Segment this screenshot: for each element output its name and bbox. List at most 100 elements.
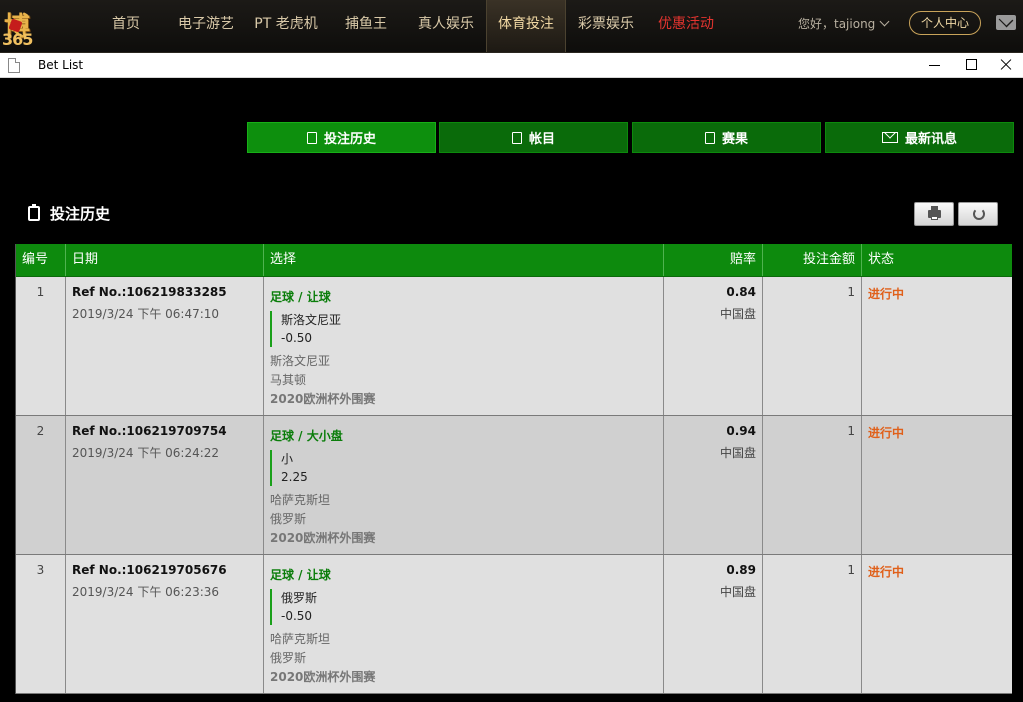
odds-value: 0.94 [726,424,756,438]
nav-egames[interactable]: 电子游艺 [170,0,242,52]
pick-line: -0.50 [281,331,313,345]
bet-number: 3 [16,555,66,693]
table-row: 1 Ref No.:106219833285 2019/3/24 下午 06:4… [16,277,1012,416]
bet-type: 足球 / 让球 [270,290,331,304]
header-date: 日期 [66,244,264,276]
greeting-text: 您好，tajiong [798,17,876,31]
refresh-button[interactable] [958,202,998,226]
pick-block: 俄罗斯 -0.50 [270,589,657,625]
status-cell: 进行中 [862,416,1012,554]
bet-datetime: 2019/3/24 下午 06:24:22 [72,446,220,460]
results-icon [704,131,715,144]
section-title: 投注历史 [28,203,110,224]
date-cell: Ref No.:106219705676 2019/3/24 下午 06:23:… [66,555,264,693]
site-logo[interactable]: 博 365 [0,0,82,52]
window-titlebar: Bet List [0,53,1023,78]
nav-pt-slots[interactable]: PT 老虎机 [248,0,324,52]
table-row: 2 Ref No.:106219709754 2019/3/24 下午 06:2… [16,416,1012,555]
nav-live-casino[interactable]: 真人娱乐 [410,0,482,52]
odds-type: 中国盘 [719,446,756,460]
nav-home[interactable]: 首页 [98,0,154,52]
status-cell: 进行中 [862,277,1012,415]
ledger-icon [511,131,522,144]
date-cell: Ref No.:106219709754 2019/3/24 下午 06:24:… [66,416,264,554]
header-no: 编号 [16,244,66,276]
tab-label: 投注历史 [323,132,376,147]
odds-cell: 0.89 中国盘 [664,555,763,693]
pick-name: 斯洛文尼亚 [281,313,342,327]
pick-line: 2.25 [281,470,308,484]
odds-type: 中国盘 [719,307,756,321]
tab-label: 帐目 [528,132,555,147]
bet-datetime: 2019/3/24 下午 06:47:10 [72,307,220,321]
bet-type: 足球 / 大小盘 [270,429,343,443]
odds-value: 0.89 [726,563,756,577]
refresh-icon [973,208,985,220]
tab-statement[interactable]: 帐目 [439,122,628,153]
league-name: 2020欧洲杯外围赛 [270,531,376,545]
home-team: 斯洛文尼亚 [270,354,331,368]
league-name: 2020欧洲杯外围赛 [270,392,376,406]
clipboard-icon [28,204,40,221]
pick-name: 小 [281,452,294,466]
close-button[interactable] [988,53,1023,77]
odds-value: 0.84 [726,285,756,299]
nav-fishing[interactable]: 捕鱼王 [336,0,396,52]
ref-number: Ref No.:106219709754 [72,424,227,438]
bet-type: 足球 / 让球 [270,568,331,582]
ref-number: Ref No.:106219833285 [72,285,227,299]
nav-sports[interactable]: 体育投注 [486,0,566,52]
league-name: 2020欧洲杯外围赛 [270,670,376,684]
stake-amount: 1 [763,416,862,554]
selection-cell: 足球 / 大小盘 小 2.25 哈萨克斯坦 俄罗斯 2020欧洲杯外围赛 [264,416,664,554]
bet-datetime: 2019/3/24 下午 06:23:36 [72,585,220,599]
pick-line: -0.50 [281,609,313,623]
pick-block: 斯洛文尼亚 -0.50 [270,311,657,347]
bet-number: 1 [16,277,66,415]
selection-cell: 足球 / 让球 斯洛文尼亚 -0.50 斯洛文尼亚 马其顿 2020欧洲杯外围赛 [264,277,664,415]
status-cell: 进行中 [862,555,1012,693]
tab-results[interactable]: 赛果 [632,122,821,153]
pick-block: 小 2.25 [270,450,657,486]
bet-list-table: 编号 日期 选择 赔率 投注金额 状态 1 Ref No.:1062198332… [15,244,1012,694]
user-greeting[interactable]: 您好，tajiong [798,0,890,48]
ref-number: Ref No.:106219705676 [72,563,227,577]
tab-bet-history[interactable]: 投注历史 [247,122,436,153]
envelope-icon [881,132,898,143]
header-stake: 投注金额 [763,244,862,276]
tab-latest-news[interactable]: 最新讯息 [825,122,1014,153]
odds-cell: 0.84 中国盘 [664,277,763,415]
stake-amount: 1 [763,555,862,693]
chevron-down-icon [879,16,890,27]
nav-promotions[interactable]: 优惠活动 [650,0,722,52]
user-center-button[interactable]: 个人中心 [909,11,981,35]
table-header: 编号 日期 选择 赔率 投注金额 状态 [16,244,1012,277]
top-nav: 博 365 首页 电子游艺 PT 老虎机 捕鱼王 真人娱乐 体育投注 彩票娱乐 … [0,0,1023,53]
section-title-text: 投注历史 [50,205,111,223]
mail-icon[interactable] [996,15,1016,30]
home-team: 哈萨克斯坦 [270,493,331,507]
pick-name: 俄罗斯 [281,591,318,605]
status-badge: 进行中 [868,565,905,579]
clipboard-icon [306,131,317,144]
printer-icon [928,206,941,220]
stake-amount: 1 [763,277,862,415]
date-cell: Ref No.:106219833285 2019/3/24 下午 06:47:… [66,277,264,415]
header-selection: 选择 [264,244,664,276]
status-badge: 进行中 [868,426,905,440]
home-team: 哈萨克斯坦 [270,632,331,646]
odds-type: 中国盘 [719,585,756,599]
nav-lottery[interactable]: 彩票娱乐 [570,0,642,52]
tab-label: 赛果 [721,132,748,147]
document-icon [8,58,20,73]
logo-number: 365 [2,30,33,49]
away-team: 俄罗斯 [270,512,307,526]
minimize-button[interactable] [917,53,953,77]
maximize-button[interactable] [953,53,989,77]
header-odds: 赔率 [664,244,763,276]
table-row: 3 Ref No.:106219705676 2019/3/24 下午 06:2… [16,555,1012,694]
print-button[interactable] [914,202,954,226]
window-title: Bet List [38,58,84,72]
tab-label: 最新讯息 [904,132,957,147]
selection-cell: 足球 / 让球 俄罗斯 -0.50 哈萨克斯坦 俄罗斯 2020欧洲杯外围赛 [264,555,664,693]
